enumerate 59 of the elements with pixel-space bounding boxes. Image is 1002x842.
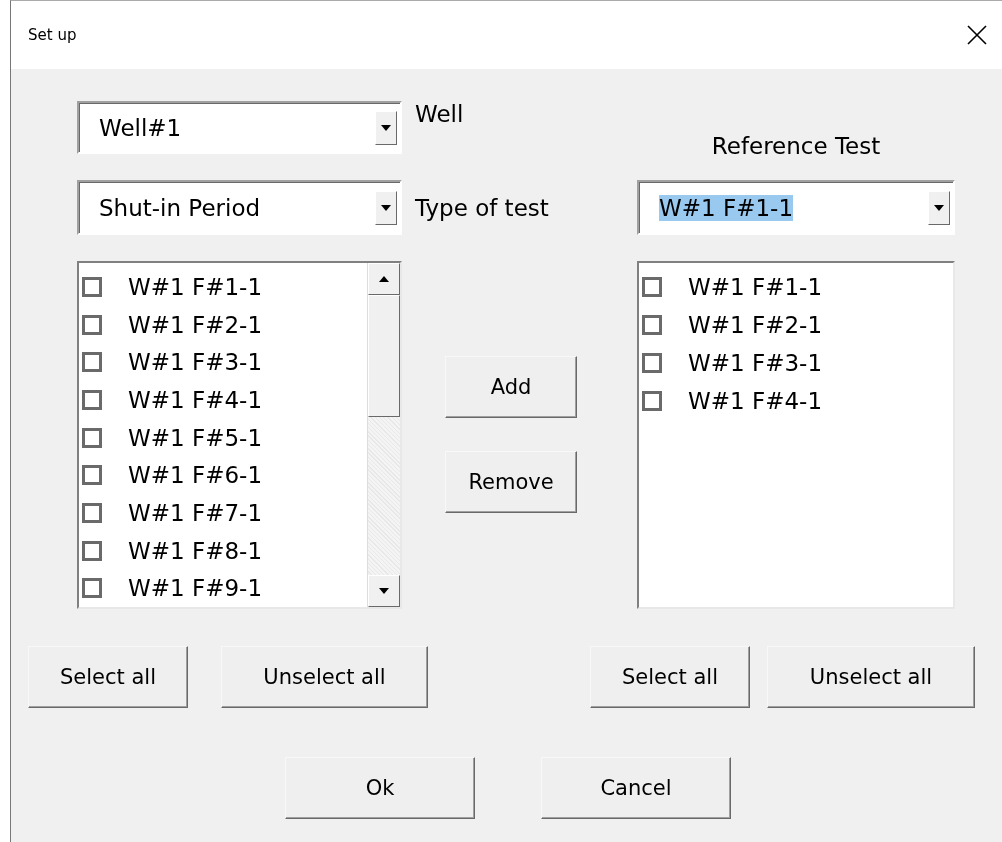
select-all-button[interactable]: Select all [590,646,750,708]
cancel-button[interactable]: Cancel [541,757,731,819]
list-item-label[interactable]: W#1 F#5-1 [128,424,263,451]
dropdown-button[interactable] [375,110,397,145]
checkbox[interactable] [82,352,102,373]
reference-test-label: Reference Test [711,133,881,159]
checkbox[interactable] [82,314,102,335]
up-arrow-icon [379,276,389,282]
dropdown-value: Shut-in Period [99,194,262,221]
checkbox-list[interactable]: W#1 F#1-1 W#1 F#2-1 W#1 F#3-1 W#1 F#4-1 W#1 F#5-1 W#1 F#6-1 W#1 F#7-1 W#1 F#8-1 W#1 F#9-1 [77,261,402,609]
checkbox[interactable] [82,540,102,561]
list-item-label[interactable]: W#1 F#7-1 [128,499,263,526]
list-item-label[interactable]: W#1 F#8-1 [128,537,263,564]
dropdown-button[interactable] [375,190,397,225]
list-item-label[interactable]: W#1 F#2-1 [688,312,823,338]
list-item-label[interactable]: W#1 F#1-1 [688,274,823,300]
add-button[interactable]: Add [445,356,577,418]
dropdown-button[interactable] [928,190,950,225]
checkbox[interactable] [642,315,662,335]
checkbox[interactable] [82,389,102,410]
well-label: Well [415,101,464,127]
list-item-label[interactable]: W#1 F#4-1 [688,388,823,414]
dropdown-value: Well#1 [99,114,183,141]
test-type-label: Type of test [415,194,549,221]
list-item-label[interactable]: W#1 F#3-1 [128,349,263,376]
dropdown[interactable]: W#1 F#1-1 [637,180,955,235]
list-item-label[interactable]: W#1 F#9-1 [128,575,263,602]
checkbox-list[interactable]: W#1 F#1-1 W#1 F#2-1 W#1 F#3-1 W#1 F#4-1 [637,261,955,609]
list-item-label[interactable]: W#1 F#4-1 [128,386,263,413]
dropdown-value: W#1 F#1-1 [659,194,795,221]
scrollbar[interactable] [367,263,400,607]
ok-button[interactable]: Ok [285,757,475,819]
scroll-down-button[interactable] [368,575,400,607]
caret-icon [381,124,391,131]
caret-icon [934,204,944,211]
list-item-label[interactable]: W#1 F#1-1 [128,273,263,300]
checkbox[interactable] [642,353,662,373]
down-arrow-icon [379,588,389,594]
remove-button[interactable]: Remove [445,451,577,513]
dropdown[interactable]: Well#1 [77,101,402,154]
select-all-button[interactable]: Select all [28,646,188,708]
list-item-label[interactable]: W#1 F#2-1 [128,311,263,338]
scroll-up-button[interactable] [368,263,400,295]
checkbox[interactable] [82,578,102,599]
dropdown[interactable]: Shut-in Period [77,180,402,235]
checkbox[interactable] [82,276,102,297]
checkbox[interactable] [642,391,662,411]
list-item-label[interactable]: W#1 F#3-1 [688,350,823,376]
checkbox[interactable] [82,427,102,448]
caret-icon [381,204,391,211]
window-title: Set up [28,26,77,44]
close-button[interactable] [966,24,988,46]
scroll-thumb[interactable] [368,295,400,417]
checkbox[interactable] [642,277,662,297]
unselect-all-button[interactable]: Unselect all [767,646,975,708]
checkbox[interactable] [82,502,102,523]
list-item-label[interactable]: W#1 F#6-1 [128,462,263,489]
unselect-all-button[interactable]: Unselect all [221,646,428,708]
checkbox[interactable] [82,465,102,486]
